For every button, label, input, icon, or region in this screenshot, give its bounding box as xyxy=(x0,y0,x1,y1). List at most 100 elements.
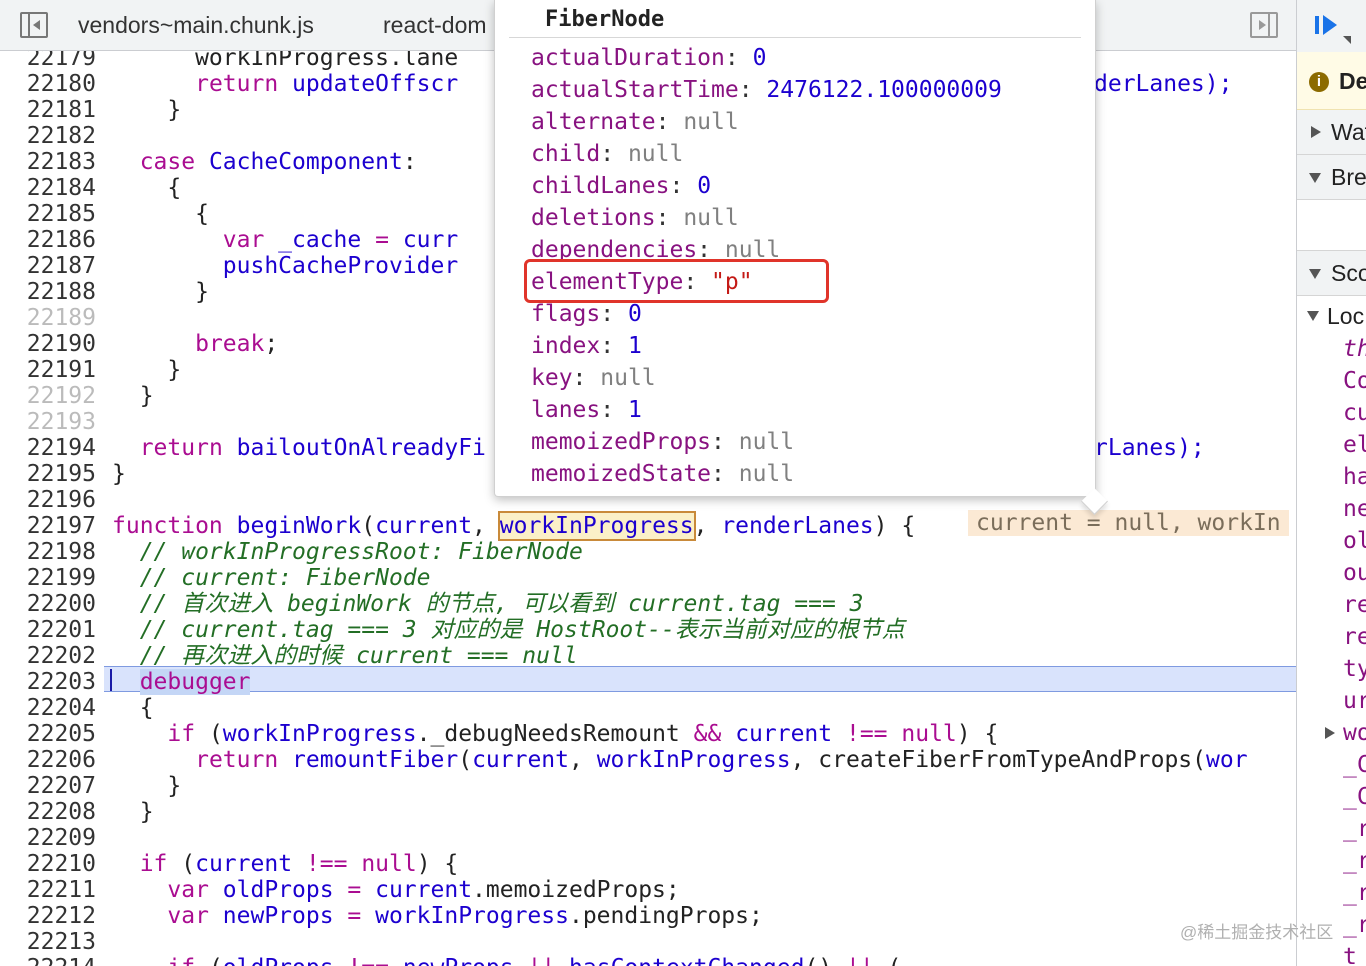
scope-variable[interactable]: re xyxy=(1343,621,1366,653)
scope-variable[interactable]: Co xyxy=(1343,365,1366,397)
line-number[interactable]: 22186 xyxy=(0,227,96,253)
toggle-navigator-icon[interactable] xyxy=(20,12,48,38)
property-key: alternate xyxy=(531,109,656,135)
tab-vendors-main-chunk[interactable]: vendors~main.chunk.js xyxy=(78,12,314,39)
code-text: var _cache = curr xyxy=(112,227,458,253)
property-row[interactable]: alternate: null xyxy=(531,106,739,138)
resume-arrow-icon[interactable] xyxy=(1323,15,1337,35)
code-token: !== xyxy=(347,955,389,966)
code-token: || xyxy=(846,955,874,966)
scope-variable[interactable]: ha xyxy=(1343,461,1366,493)
line-number[interactable]: 22214 xyxy=(0,955,96,966)
property-row[interactable]: actualStartTime: 2476122.100000009 xyxy=(531,74,1002,106)
line-number[interactable]: 22195 xyxy=(0,461,96,487)
scope-label: Sco xyxy=(1331,260,1366,286)
line-number[interactable]: 22203 xyxy=(0,669,96,695)
property-row[interactable]: actualDuration: 0 xyxy=(531,42,766,74)
property-row[interactable]: memoizedState: null xyxy=(531,458,794,490)
line-number[interactable]: 22187 xyxy=(0,253,96,279)
expand-right-icon[interactable] xyxy=(1325,727,1335,739)
line-number[interactable]: 22201 xyxy=(0,617,96,643)
code-text: { xyxy=(112,695,154,721)
line-number[interactable]: 22191 xyxy=(0,357,96,383)
code-token: current xyxy=(375,513,473,539)
scope-variable[interactable]: wo xyxy=(1343,717,1366,749)
watch-section-header[interactable]: Wat xyxy=(1297,110,1366,155)
line-number[interactable]: 22212 xyxy=(0,903,96,929)
line-number[interactable]: 22182 xyxy=(0,123,96,149)
resume-icon[interactable] xyxy=(1315,16,1319,34)
scope-variable[interactable]: ur xyxy=(1343,685,1366,717)
code-text: workInProgress.lane xyxy=(112,51,458,71)
scope-variable[interactable]: th xyxy=(1343,333,1366,365)
property-row[interactable]: lanes: 1 xyxy=(531,394,642,426)
more-options-icon[interactable] xyxy=(1343,36,1351,44)
scope-section-header[interactable]: Sco xyxy=(1297,251,1366,296)
breakpoints-section-header[interactable]: Bre xyxy=(1297,155,1366,200)
scope-variable[interactable]: ou xyxy=(1343,557,1366,589)
line-number[interactable]: 22207 xyxy=(0,773,96,799)
line-number[interactable]: 22190 xyxy=(0,331,96,357)
local-scope-header[interactable]: Loc xyxy=(1297,300,1366,332)
code-token: return xyxy=(195,71,293,97)
line-number[interactable]: 22208 xyxy=(0,799,96,825)
scope-variable[interactable]: ne xyxy=(1343,493,1366,525)
line-number[interactable]: 22184 xyxy=(0,175,96,201)
line-number[interactable]: 22211 xyxy=(0,877,96,903)
line-number[interactable]: 22205 xyxy=(0,721,96,747)
scope-variable[interactable]: _C xyxy=(1343,781,1366,813)
property-value: 0 xyxy=(697,173,712,199)
code-token: newProps xyxy=(403,955,514,966)
line-number[interactable]: 22181 xyxy=(0,97,96,123)
code-text: } xyxy=(112,461,126,487)
scope-variable[interactable]: re xyxy=(1343,589,1366,621)
line-number[interactable]: 22196 xyxy=(0,487,96,513)
scope-variable[interactable]: _r xyxy=(1343,877,1366,909)
line-number[interactable]: 22204 xyxy=(0,695,96,721)
toggle-debugger-sidebar-icon[interactable] xyxy=(1250,12,1278,38)
line-number[interactable]: 22188 xyxy=(0,279,96,305)
scope-variable[interactable]: t xyxy=(1343,941,1357,966)
tab-react-dom[interactable]: react-dom xyxy=(383,12,487,39)
code-line-tail: rLanes); xyxy=(1094,435,1205,461)
line-number[interactable]: 22202 xyxy=(0,643,96,669)
line-number[interactable]: 22206 xyxy=(0,747,96,773)
line-number[interactable]: 22183 xyxy=(0,149,96,175)
line-number[interactable]: 22185 xyxy=(0,201,96,227)
line-number[interactable]: 22213 xyxy=(0,929,96,955)
line-number[interactable]: 22193 xyxy=(0,409,96,435)
execution-cursor xyxy=(110,669,112,691)
scope-variable[interactable]: _C xyxy=(1343,749,1366,781)
line-number[interactable]: 22189 xyxy=(0,305,96,331)
property-row[interactable]: index: 1 xyxy=(531,330,642,362)
scope-variable[interactable]: _r xyxy=(1343,909,1366,941)
code-line: 22211 var oldProps = current.memoizedPro… xyxy=(0,877,1296,903)
code-line: 22207 } xyxy=(0,773,1296,799)
property-row[interactable]: child: null xyxy=(531,138,683,170)
scope-variable[interactable]: ol xyxy=(1343,525,1366,557)
property-row[interactable]: key: null xyxy=(531,362,656,394)
scope-variable[interactable]: _r xyxy=(1343,845,1366,877)
line-number[interactable]: 22194 xyxy=(0,435,96,461)
line-number[interactable]: 22210 xyxy=(0,851,96,877)
line-number[interactable]: 22209 xyxy=(0,825,96,851)
line-number[interactable]: 22198 xyxy=(0,539,96,565)
line-number[interactable]: 22192 xyxy=(0,383,96,409)
scope-variable[interactable]: ty xyxy=(1343,653,1366,685)
line-number[interactable]: 22179 xyxy=(0,51,96,71)
scope-variable[interactable]: el xyxy=(1343,429,1366,461)
property-row[interactable]: deletions: null xyxy=(531,202,739,234)
line-number[interactable]: 22199 xyxy=(0,565,96,591)
annotation-highlight-box xyxy=(524,259,829,303)
code-token: bailoutOnAlreadyFi xyxy=(236,435,486,461)
scope-variable[interactable]: cu xyxy=(1343,397,1366,429)
property-row[interactable]: memoizedProps: null xyxy=(531,426,794,458)
line-number[interactable]: 22200 xyxy=(0,591,96,617)
expand-down-icon xyxy=(1307,311,1319,321)
object-preview-popover[interactable]: FiberNode actualDuration: 0 actualStartTi… xyxy=(494,0,1108,515)
scope-variable[interactable]: _r xyxy=(1343,813,1366,845)
property-row[interactable]: childLanes: 0 xyxy=(531,170,711,202)
line-number[interactable]: 22197 xyxy=(0,513,96,539)
line-number[interactable]: 22180 xyxy=(0,71,96,97)
